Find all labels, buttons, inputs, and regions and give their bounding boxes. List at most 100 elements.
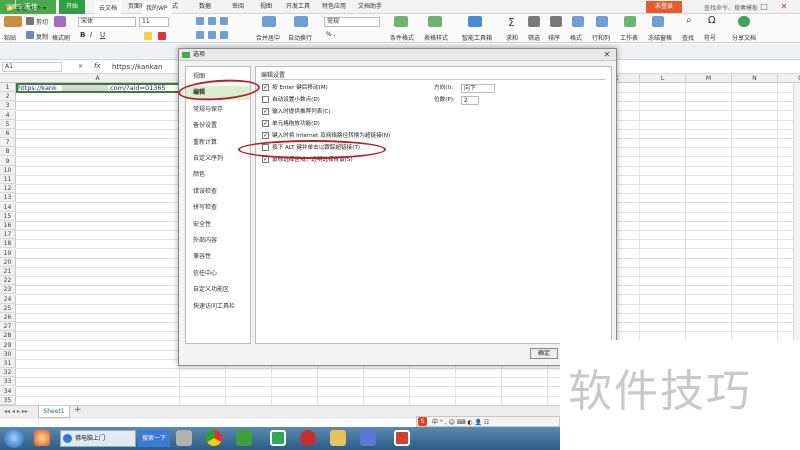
rows-columns-button[interactable]: 行和列 [592, 33, 610, 42]
cut-icon[interactable] [26, 17, 34, 25]
sum-button[interactable]: 求和 [506, 33, 518, 42]
smart-toolbox-button[interactable]: 智能工具箱 [462, 33, 492, 42]
row-header[interactable]: 19 [0, 248, 16, 258]
row-header[interactable]: 16 [0, 221, 16, 230]
row-header[interactable]: 20 [0, 257, 16, 267]
format-painter-icon[interactable] [54, 16, 66, 27]
paste-icon[interactable] [4, 16, 22, 27]
command-search[interactable]: 查找命令、搜索模板 [700, 2, 762, 15]
direction-select[interactable]: 向下 [461, 84, 495, 93]
row-header[interactable]: 35 [0, 395, 16, 405]
freeze-panes-button[interactable]: 冻结窗格 [648, 33, 672, 42]
start-button-icon[interactable] [4, 428, 24, 448]
column-header-o[interactable]: O [778, 74, 800, 83]
font-color-icon[interactable] [158, 32, 166, 40]
cut-button[interactable]: 剪切 [36, 17, 48, 26]
copy-button[interactable]: 复制 [36, 32, 48, 41]
row-header[interactable]: 25 [0, 303, 16, 313]
row-header[interactable]: 4 [0, 110, 16, 120]
ok-button[interactable]: 确定 [530, 348, 558, 359]
row-header[interactable]: 26 [0, 313, 16, 322]
number-format-select[interactable]: 常规 [324, 17, 380, 27]
column-header-l[interactable]: L [640, 74, 686, 83]
row-header[interactable]: 31 [0, 359, 16, 368]
options-nav-item[interactable]: 常规与保存 [186, 103, 250, 117]
menu-doc-assistant[interactable]: 文档助手 [354, 0, 386, 14]
align-center-icon[interactable] [208, 31, 216, 39]
wrap-text-icon[interactable] [294, 16, 308, 27]
row-header[interactable]: 24 [0, 294, 16, 304]
column-header-m[interactable]: M [686, 74, 732, 83]
taskbar-green-icon[interactable] [236, 430, 252, 446]
options-nav-item[interactable]: 错误检查 [186, 185, 250, 199]
align-middle-icon[interactable] [208, 17, 216, 25]
sheet-tab[interactable]: Sheet1 [38, 406, 70, 418]
menu-review[interactable]: 审阅 [226, 0, 250, 14]
row-header[interactable]: 3 [0, 101, 16, 111]
options-nav-item[interactable]: 备份设置 [186, 119, 250, 133]
row-header[interactable]: 27 [0, 322, 16, 332]
row-header[interactable]: 14 [0, 202, 16, 212]
ime-logo-icon[interactable]: S [418, 417, 427, 426]
font-name-select[interactable]: 宋体 [78, 17, 136, 27]
conditional-format-button[interactable]: 条件格式 [390, 33, 414, 42]
sort-button[interactable]: 排序 [548, 33, 560, 42]
font-size-select[interactable]: 11 [139, 17, 169, 27]
worksheet-button[interactable]: 工作表 [620, 33, 638, 42]
row-header[interactable]: 21 [0, 267, 16, 276]
wps-sheet-taskbar-icon[interactable] [270, 430, 286, 446]
find-button[interactable]: 查找 [682, 33, 694, 42]
dialog-close-icon[interactable]: ✕ [601, 50, 613, 60]
row-header[interactable]: 11 [0, 175, 16, 184]
smart-toolbox-icon[interactable] [468, 16, 482, 27]
row-header[interactable]: 32 [0, 368, 16, 378]
folder-icon[interactable] [330, 430, 346, 446]
conditional-format-icon[interactable] [394, 16, 408, 27]
bold-button[interactable]: B [80, 31, 85, 39]
options-nav-item[interactable]: 拼写检查 [186, 201, 250, 215]
ime-icons[interactable]: 中 ° , ☺ ⌨ ◐ 👤 ☷ [432, 417, 489, 426]
option-recommend-list[interactable]: ✓ 输入时提供推荐列表(C) [262, 108, 331, 117]
table-style-icon[interactable] [428, 16, 442, 27]
row-header[interactable]: 8 [0, 147, 16, 157]
share-button[interactable]: 分享文档 [732, 33, 756, 42]
row-header[interactable]: 23 [0, 285, 16, 295]
format-button[interactable]: 格式 [570, 33, 582, 42]
align-top-icon[interactable] [196, 17, 204, 25]
tab-my-wps[interactable]: 我的WP [142, 2, 172, 15]
checkbox-recommend-list[interactable]: ✓ [262, 108, 269, 115]
options-nav-item[interactable]: 自定义功能区 [186, 283, 250, 297]
row-header[interactable]: 33 [0, 377, 16, 387]
tab-cloud-docs[interactable]: 云文档 [95, 2, 122, 15]
find-icon[interactable]: ⌕ [686, 15, 692, 26]
row-header[interactable]: 28 [0, 331, 16, 341]
name-box[interactable]: A1 [2, 62, 62, 72]
row-header[interactable]: 13 [0, 193, 16, 203]
copy-icon[interactable] [26, 31, 34, 39]
freeze-panes-icon[interactable] [652, 16, 664, 27]
column-header-a[interactable]: A [16, 74, 180, 83]
options-nav-item[interactable]: 安全性 [186, 218, 250, 232]
align-left-icon[interactable] [196, 31, 204, 39]
row-header[interactable]: 30 [0, 349, 16, 359]
symbol-button[interactable]: 符号 [704, 33, 716, 42]
options-nav-item[interactable]: 兼容性 [186, 250, 250, 264]
wps-presentation-taskbar-icon[interactable] [394, 430, 410, 446]
fx-button[interactable]: fx [94, 62, 101, 70]
menu-view[interactable]: 视图 [254, 0, 278, 14]
symbol-icon[interactable]: Ω [708, 15, 716, 26]
format-painter-button[interactable]: 格式刷 [52, 33, 70, 42]
underline-button[interactable]: U [100, 31, 105, 39]
row-header[interactable]: 10 [0, 165, 16, 175]
row-header[interactable]: 17 [0, 230, 16, 240]
column-header-n[interactable]: N [732, 74, 778, 83]
row-header[interactable]: 9 [0, 156, 16, 166]
options-nav-item[interactable]: 外部内容 [186, 234, 250, 248]
formula-input[interactable]: https://kankan [112, 63, 162, 71]
taskbar-tool-icon[interactable] [176, 430, 192, 446]
login-button[interactable]: 未登录 [646, 1, 682, 13]
sort-icon[interactable] [550, 16, 562, 27]
share-icon[interactable] [738, 16, 750, 27]
checkbox-enter-move[interactable]: ✓ [262, 84, 269, 91]
format-icon[interactable] [572, 16, 584, 27]
